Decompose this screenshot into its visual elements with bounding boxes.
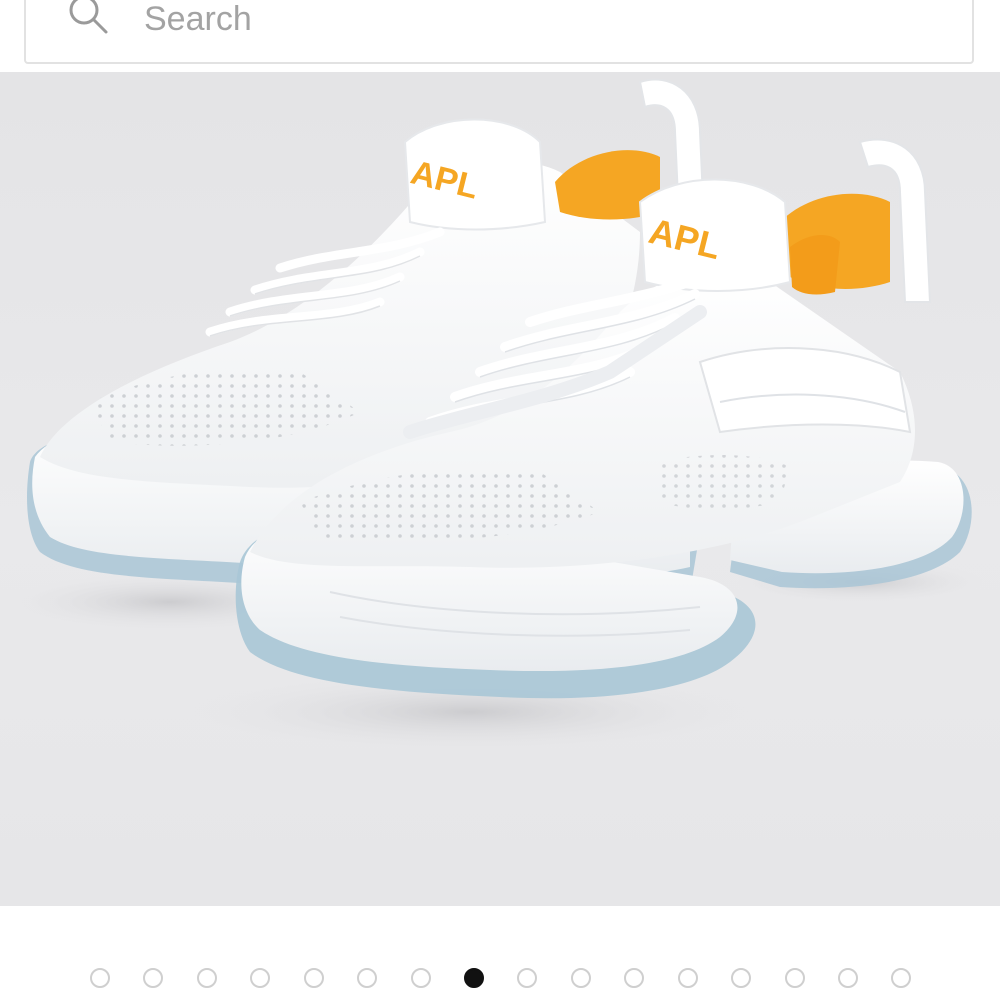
search-bar[interactable] — [24, 0, 974, 64]
carousel-dot[interactable] — [678, 968, 698, 988]
carousel-dot[interactable] — [411, 968, 431, 988]
carousel-dot[interactable] — [624, 968, 644, 988]
search-input[interactable] — [144, 0, 924, 42]
carousel-dot[interactable] — [891, 968, 911, 988]
carousel-dot[interactable] — [143, 968, 163, 988]
carousel-dot[interactable] — [357, 968, 377, 988]
carousel-dot[interactable] — [250, 968, 270, 988]
carousel-dot[interactable] — [304, 968, 324, 988]
carousel-dot[interactable] — [838, 968, 858, 988]
carousel-dot[interactable] — [90, 968, 110, 988]
carousel-dot[interactable] — [197, 968, 217, 988]
product-page: APL — [0, 0, 1000, 1000]
search-icon[interactable] — [50, 0, 122, 36]
carousel-dot[interactable] — [571, 968, 591, 988]
carousel-dot[interactable] — [517, 968, 537, 988]
carousel-dot-active[interactable] — [464, 968, 484, 988]
product-image[interactable]: APL APL — [0, 72, 1000, 906]
carousel-dot[interactable] — [785, 968, 805, 988]
carousel-dot[interactable] — [731, 968, 751, 988]
sneakers-illustration: APL APL — [0, 78, 990, 752]
